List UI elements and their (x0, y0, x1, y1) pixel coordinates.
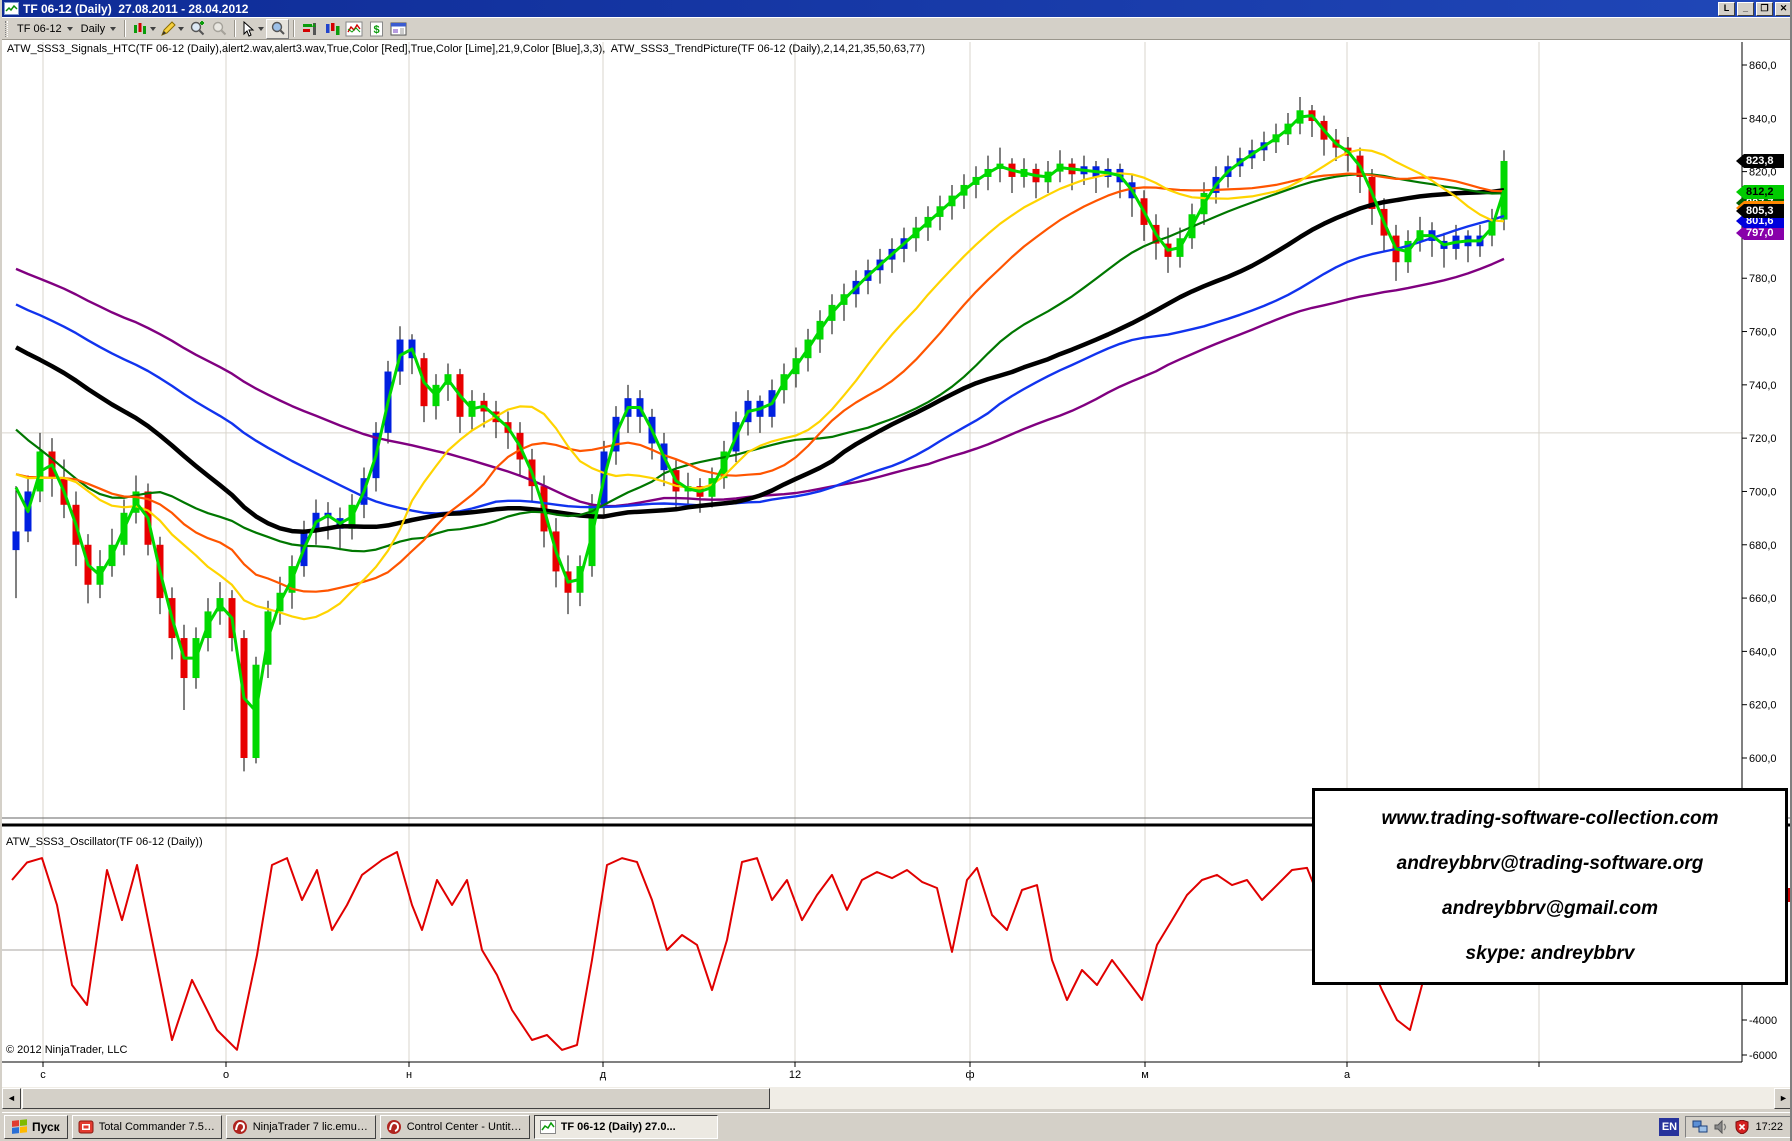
window-title: TF 06-12 (Daily) 27.08.2011 - 28.04.2012 (23, 2, 248, 16)
link-button[interactable]: L (1718, 2, 1735, 16)
scroll-right-button[interactable]: ► (1774, 1088, 1792, 1109)
svg-text:$: $ (373, 24, 379, 36)
restore-button[interactable]: ❐ (1756, 2, 1773, 16)
tray-icons-area: 17:22 (1685, 1116, 1792, 1138)
toolbar-separator (124, 20, 126, 37)
taskbar-button[interactable]: Control Center - Untitled1 (380, 1115, 530, 1139)
bars-icon (324, 21, 341, 37)
ninjatrader-icon (232, 1119, 248, 1135)
taskbar-button-label: Control Center - Untitled1 (407, 1121, 524, 1133)
chevron-down-icon (67, 27, 73, 31)
watermark-email-2: andreybbrv@gmail.com (1315, 898, 1785, 920)
watermark-box: www.trading-software-collection.com andr… (1312, 788, 1788, 985)
dollar-document-icon: $ (369, 21, 384, 37)
scroll-left-button[interactable]: ◄ (2, 1088, 21, 1109)
chart-window-icon (4, 2, 19, 15)
chevron-down-icon (110, 27, 116, 31)
indicators-button[interactable] (343, 19, 365, 39)
zoom-in-button[interactable] (186, 19, 208, 39)
toolbar-separator (293, 20, 295, 37)
data-series-button[interactable] (321, 19, 343, 39)
copyright-label: © 2012 NinjaTrader, LLC (6, 1044, 127, 1056)
total-commander-icon (78, 1120, 94, 1134)
taskbar-clock[interactable]: 17:22 (1755, 1121, 1783, 1133)
properties-window-icon (390, 21, 407, 37)
price-marker-tag: 805,3 (1736, 204, 1784, 218)
system-tray: EN 17:22 (1659, 1115, 1792, 1139)
account-performance-button[interactable]: $ (365, 19, 387, 39)
chart-properties-button[interactable] (387, 19, 409, 39)
start-label: Пуск (32, 1120, 60, 1134)
magnifier-icon (269, 20, 286, 37)
taskbar-button-label: TF 06-12 (Daily) 27.0... (561, 1121, 676, 1133)
watermark-website: www.trading-software-collection.com (1315, 808, 1785, 830)
indicator-chart-icon (345, 21, 363, 37)
crosshair-button[interactable] (266, 19, 289, 39)
taskbar-button[interactable]: NinjaTrader 7 lic.emu v5.06 (226, 1115, 376, 1139)
ninjatrader-chart-window: 860,0840,0820,0800,0780,0760,0740,0720,0… (0, 0, 1792, 1141)
pencil-icon (160, 21, 176, 37)
instrument-selector[interactable]: TF 06-12 (13, 19, 77, 38)
draw-tools-button[interactable] (158, 19, 186, 39)
chevron-down-icon (178, 27, 184, 31)
cursor-button[interactable] (240, 19, 266, 39)
taskbar-button[interactable]: Total Commander 7.57a ... (72, 1115, 222, 1139)
network-icon[interactable] (1692, 1119, 1708, 1135)
chart-trader-icon (302, 21, 319, 37)
watermark-email-1: andreybbrv@trading-software.org (1315, 853, 1785, 875)
taskbar-button[interactable]: TF 06-12 (Daily) 27.0... (534, 1115, 718, 1139)
minimize-button[interactable]: _ (1737, 2, 1754, 16)
close-button[interactable]: ✕ (1775, 2, 1792, 16)
candlestick-icon (132, 21, 148, 37)
windows-logo-icon (12, 1119, 28, 1135)
toolbar-separator (234, 20, 236, 37)
taskbar-button-label: Total Commander 7.57a ... (99, 1121, 216, 1133)
bars-style-button[interactable] (130, 19, 158, 39)
toolbar-grip[interactable] (5, 21, 8, 37)
period-selector[interactable]: Daily (77, 19, 120, 38)
chart-trader-button[interactable] (299, 19, 321, 39)
price-marker-tag: 823,8 (1736, 154, 1784, 168)
period-label: Daily (81, 23, 105, 35)
scrollbar-thumb[interactable] (22, 1088, 770, 1109)
price-marker-tag: 812,2 (1736, 185, 1784, 199)
horizontal-scrollbar[interactable]: ◄ ► (2, 1086, 1792, 1109)
start-button[interactable]: Пуск (4, 1115, 68, 1139)
chart-toolbar: TF 06-12 Daily (2, 17, 1792, 40)
title-bar[interactable]: TF 06-12 (Daily) 27.08.2011 - 28.04.2012… (2, 0, 1792, 17)
price-marker-tag: 797,0 (1736, 226, 1784, 240)
ninjatrader-icon (386, 1119, 402, 1135)
chevron-down-icon (150, 27, 156, 31)
zoom-out-button[interactable] (208, 19, 230, 39)
zoom-in-icon (189, 20, 206, 37)
zoom-out-icon (211, 20, 228, 37)
windows-taskbar: Пуск Total Commander 7.57a ... NinjaTrade… (2, 1112, 1792, 1141)
indicator-label: ATW_SSS3_Signals_HTC(TF 06-12 (Daily),al… (7, 43, 925, 55)
taskbar-button-label: NinjaTrader 7 lic.emu v5.06 (253, 1121, 370, 1133)
security-alert-icon[interactable] (1734, 1119, 1750, 1135)
cursor-icon (242, 21, 256, 37)
watermark-skype: skype: andreybbrv (1315, 943, 1785, 965)
chevron-down-icon (258, 27, 264, 31)
volume-icon[interactable] (1713, 1119, 1729, 1135)
language-indicator[interactable]: EN (1659, 1118, 1679, 1136)
instrument-label: TF 06-12 (17, 23, 62, 35)
oscillator-label: ATW_SSS3_Oscillator(TF 06-12 (Daily)) (6, 836, 203, 848)
chart-icon (540, 1120, 556, 1134)
